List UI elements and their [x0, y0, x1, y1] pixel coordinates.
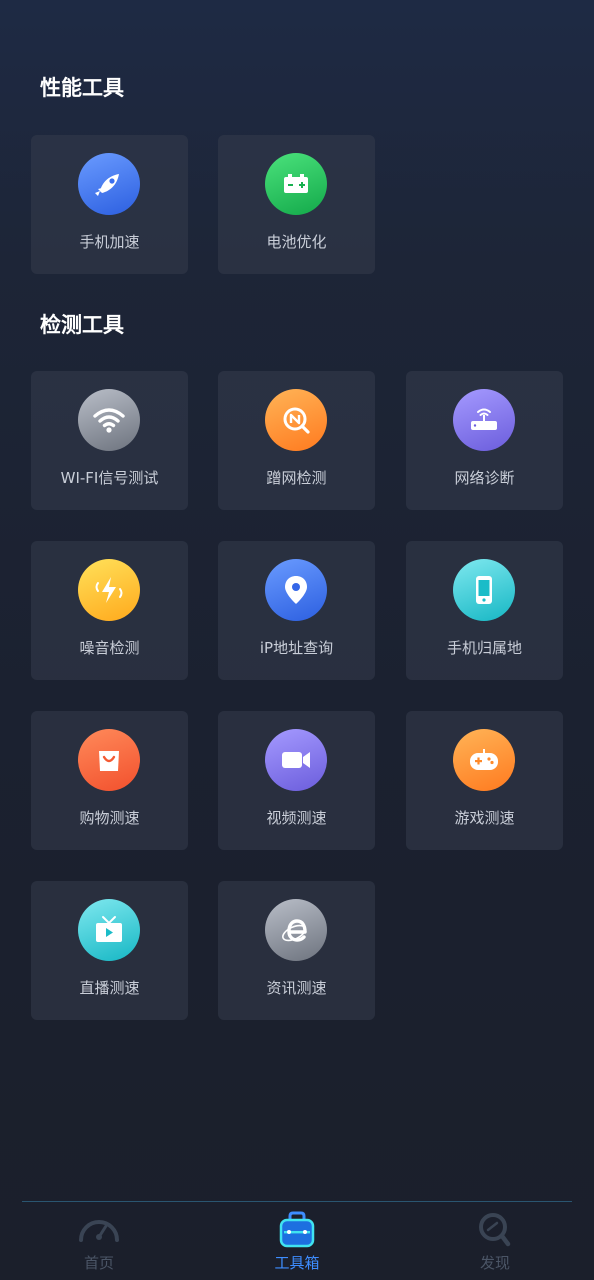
tool-label: 手机加速	[79, 233, 140, 251]
tool-label: 手机归属地	[446, 639, 522, 657]
tool-card-news-speed[interactable]: 资讯测速	[218, 881, 375, 1020]
bottom-tab-bar: 首页 工具箱 发现	[22, 1201, 572, 1280]
speedometer-icon	[79, 1220, 119, 1242]
tool-card-network-diagnose[interactable]: 网络诊断	[406, 371, 563, 510]
section-title-detection: 检测工具	[40, 313, 124, 337]
tool-label: 购物测速	[79, 809, 140, 827]
tool-card-ip-lookup[interactable]: iP地址查询	[218, 541, 375, 680]
tool-card-wifi-leech-detect[interactable]: 蹭网检测	[218, 371, 375, 510]
tool-card-noise-detect[interactable]: 噪音检测	[31, 541, 188, 680]
shopping-bag-icon	[78, 729, 140, 791]
tab-home[interactable]: 首页	[39, 1210, 159, 1280]
discover-search-icon	[479, 1213, 511, 1247]
router-icon	[453, 389, 515, 451]
tool-card-battery-optimize[interactable]: 电池优化	[218, 135, 375, 274]
location-pin-icon	[265, 559, 327, 621]
tool-card-phone-location[interactable]: 手机归属地	[406, 541, 563, 680]
browser-e-icon	[265, 899, 327, 961]
battery-icon	[265, 153, 327, 215]
rocket-icon	[78, 153, 140, 215]
tool-label: 蹭网检测	[266, 469, 327, 487]
tab-toolbox[interactable]: 工具箱	[237, 1210, 357, 1280]
tool-card-game-speed[interactable]: 游戏测速	[406, 711, 563, 850]
tab-label: 发现	[479, 1254, 510, 1272]
tool-label: 网络诊断	[454, 469, 515, 487]
wifi-icon	[78, 389, 140, 451]
phone-icon	[453, 559, 515, 621]
tool-label: WI-FI信号测试	[60, 469, 159, 487]
video-camera-icon	[265, 729, 327, 791]
noise-icon	[78, 559, 140, 621]
gamepad-icon	[453, 729, 515, 791]
tool-label: 资讯测速	[266, 979, 327, 997]
tab-label: 工具箱	[274, 1254, 320, 1272]
tool-card-live-speed[interactable]: 直播测速	[31, 881, 188, 1020]
tv-play-icon	[78, 899, 140, 961]
tool-label: iP地址查询	[259, 639, 334, 657]
tool-card-wifi-test[interactable]: WI-FI信号测试	[31, 371, 188, 510]
section-title-performance: 性能工具	[40, 76, 124, 100]
tab-label: 首页	[83, 1254, 114, 1272]
tool-card-phone-boost[interactable]: 手机加速	[31, 135, 188, 274]
network-search-icon	[265, 389, 327, 451]
tab-discover[interactable]: 发现	[435, 1210, 555, 1280]
tool-label: 电池优化	[266, 233, 327, 251]
tool-label: 直播测速	[79, 979, 140, 997]
tool-card-shopping-speed[interactable]: 购物测速	[31, 711, 188, 850]
tool-label: 视频测速	[266, 809, 327, 827]
toolbox-icon	[279, 1211, 315, 1248]
tool-label: 游戏测速	[454, 809, 515, 827]
tool-card-video-speed[interactable]: 视频测速	[218, 711, 375, 850]
tool-label: 噪音检测	[79, 639, 140, 657]
